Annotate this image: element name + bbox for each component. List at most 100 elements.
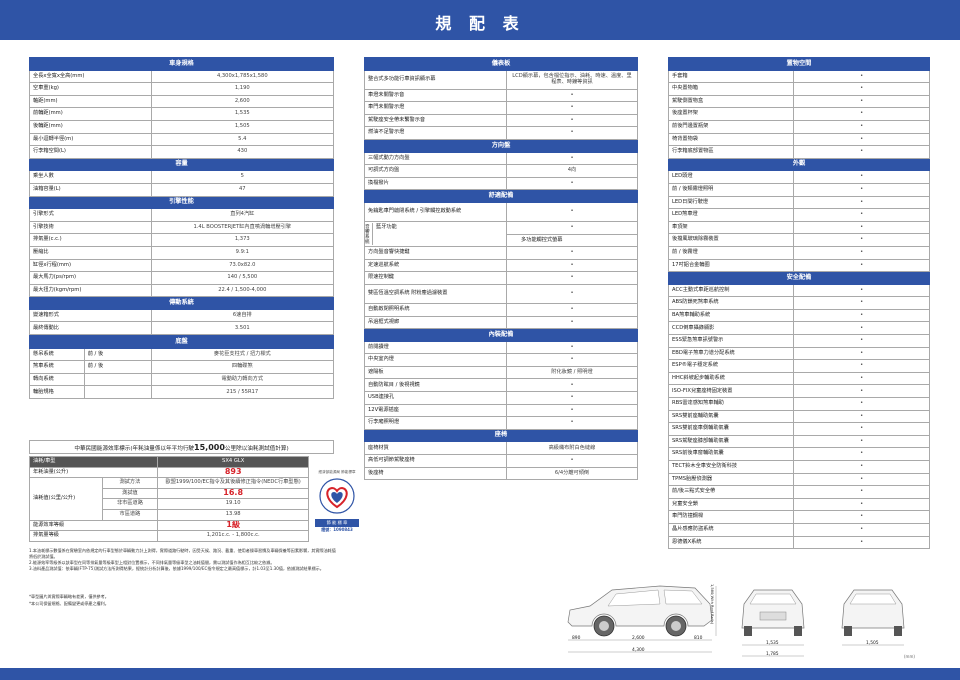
equipment-label: 手套箱 <box>667 69 795 84</box>
spec-sublabel <box>83 385 152 400</box>
equipment-value: • <box>505 176 638 191</box>
equipment-value: • <box>793 69 930 84</box>
equipment-value: 附化妝鏡 / 照明燈 <box>505 365 638 380</box>
spec-value: 6速自排 <box>150 308 335 323</box>
spec-value: 1,373 <box>150 233 335 247</box>
equipment-value: • <box>793 170 930 184</box>
spec-value: 直列4汽缸 <box>150 208 335 222</box>
equipment-label: SRS雙前座車側輔助氣囊 <box>667 422 795 436</box>
equipment-value: • <box>793 296 930 310</box>
badge-text: 節 能 標 章 <box>315 519 359 527</box>
equipment-value: • <box>793 409 930 424</box>
spec-row: 全長x全寬x全高(mm) 4,300x1,785x1,580 <box>29 69 335 84</box>
equipment-row: 車門防撞鋼樑 • <box>667 510 930 524</box>
equipment-row: 17吋鋁合金輪圈 • <box>667 258 930 273</box>
dim-width: 1,785 <box>766 652 779 657</box>
equipment-value: • <box>505 271 638 285</box>
equipment-value: LCD顯示幕，包含檔位指示、油耗、時速、溫度、里程表、時鐘等資訊 <box>505 69 638 90</box>
spec-label: 最終傳動比 <box>29 321 152 336</box>
fuel-label: 油耗值(公里/公升) <box>29 477 103 521</box>
spec-label: 乘坐人數 <box>29 170 152 184</box>
energy-table: 油耗/車型 SX4 GLX 年耗油量(公升) 893 油耗值(公里/公升) 測試方法歐… <box>28 456 309 542</box>
equipment-label: 後擋風玻璃除霧裝置 <box>667 233 795 247</box>
equipment-label: 免鑰匙車門啟閉系統 / 引擎觸控啟動系統 <box>364 201 507 222</box>
spec-label: 行李箱空間(L) <box>29 145 152 159</box>
equipment-value: • <box>793 321 930 336</box>
spec-row: 變速箱形式 6速自排 <box>29 308 335 323</box>
equipment-value: • <box>793 258 930 273</box>
equipment-value: • <box>793 535 930 550</box>
spec-label: 後輪距(mm) <box>29 119 152 134</box>
equipment-value: • <box>505 416 638 430</box>
equipment-label: 吊過框式視廊 <box>364 315 507 330</box>
section-header: 容量 <box>29 157 334 172</box>
spec-row: 行李箱空間(L) 430 <box>29 145 335 159</box>
equipment-row: 前後門邊置瓶架 • <box>667 119 930 134</box>
equipment-row: 自動防眩目 / 後視視鏡 • <box>364 378 638 393</box>
spec-label: 引擎形式 <box>29 208 152 222</box>
equipment-label: 限速控制鍵 <box>364 271 507 285</box>
spec-row: 乘坐人數 5 <box>29 170 335 184</box>
equipment-row: TECT鈴木全車安全防衛科技 • <box>667 460 930 474</box>
equipment-label: LED頭燈 <box>667 170 795 184</box>
spec-row: 最大馬力(ps/rpm) 140 / 5,500 <box>29 271 335 285</box>
spec-value: 1.4L BOOSTERJET缸內直噴渦輪增壓引擎 <box>150 220 335 235</box>
energy-model: SX4 GLX <box>157 456 309 468</box>
spec-label: 排氣量(c.c.) <box>29 233 152 247</box>
equipment-row: 遮陽板 附化妝鏡 / 照明燈 <box>364 365 638 380</box>
section-header: 座椅 <box>364 428 638 443</box>
section-header: 外觀 <box>668 157 930 172</box>
spec-row: 油箱容量(L) 47 <box>29 182 335 197</box>
spec-row: 軸距(mm) 2,600 <box>29 94 335 109</box>
equipment-label: LED煞車燈 <box>667 208 795 222</box>
equipment-row: LED頭燈 • <box>667 170 930 184</box>
spec-sublabel: 前 / 後 <box>83 360 152 374</box>
equipment-row: LED日間行駛燈 • <box>667 195 930 210</box>
equipment-label: 前 / 後霧燈 <box>667 245 795 260</box>
equipment-label: 整合式多功能行車資訊顯示幕 <box>364 69 507 90</box>
equipment-value: • <box>793 371 930 386</box>
annual-row: 年耗油量(公升) 893 <box>28 466 309 479</box>
equipment-row: 音響系統 藍牙功能 • <box>364 220 638 248</box>
equipment-row: 椅背置物袋 • <box>667 132 930 147</box>
equipment-row: 前閱讀燈 • <box>364 340 638 355</box>
equipment-row: 車燈未關警示音 • <box>364 88 638 103</box>
spec-value: 140 / 5,500 <box>150 271 335 285</box>
city-label: 市區道路 <box>101 508 159 521</box>
equipment-row: 免鑰匙車門啟閉系統 / 引擎觸控啟動系統 • <box>364 201 638 222</box>
equipment-row: 前/後三點式安全帶 • <box>667 485 930 499</box>
equipment-row: BA煞車輔助系統 • <box>667 308 930 323</box>
equipment-row: SRS雙前座車側輔助氣囊 • <box>667 422 930 436</box>
equipment-label: 車門防撞鋼樑 <box>667 510 795 524</box>
equipment-value: • <box>505 340 638 355</box>
note-text: 1.本油耗標示數值係在實驗室內依規定的行車型態於車輛動力計上測得，實際道路行駛時… <box>29 548 336 559</box>
page-title: 規 配 表 <box>435 14 525 33</box>
equipment-value: • <box>793 94 930 109</box>
section-header-row: 舒適配備 <box>364 189 638 203</box>
spec-row: 引擎形式 直列4汽缸 <box>29 208 335 222</box>
spec-value: 電動助力轉向方式 <box>150 372 335 387</box>
city-value: 13.98 <box>157 508 309 521</box>
energy-label-section: 中華民國能源效率標示(年耗油量係以年平均行駛15,000公里除以油耗測試值計算)… <box>28 440 334 542</box>
badge-top-text: 經濟部能源局 節能標章 <box>318 470 356 474</box>
equipment-row: RBS雷達感知煞車輔助 • <box>667 397 930 411</box>
equipment-value: • <box>505 454 638 468</box>
section-header-row: 置物空間 <box>668 57 930 71</box>
equipment-row: 高低可調節駕駛座椅 • <box>364 454 638 468</box>
equipment-column-2: 儀表板 整合式多功能行車資訊顯示幕 LCD顯示幕，包含檔位指示、油耗、時速、溫度、里… <box>364 57 638 481</box>
equipment-row: 自動啟閉照明系統 • <box>364 302 638 317</box>
equipment-row: ESS緊急煞車訊號警示 • <box>667 334 930 348</box>
equipment-value: • <box>793 346 930 361</box>
equipment-row: 前 / 後霧燈 • <box>667 245 930 260</box>
footer-bar <box>0 668 960 680</box>
equipment-value: 高級織布附白色縫線 <box>505 441 638 456</box>
grade-row: 能源效率等級 1級 <box>28 519 309 532</box>
section-header-row: 儀表板 <box>364 57 638 71</box>
equipment-value: • <box>505 391 638 405</box>
equipment-row: 行李箱底部置物區 • <box>667 145 930 159</box>
spec-value: 麥花臣支柱式 / 扭力樑式 <box>150 347 335 362</box>
equipment-row: 車門未關警示燈 • <box>364 101 638 115</box>
equipment-label: 車燈未關警示音 <box>364 88 507 103</box>
equipment-row: 中央置物箱 • <box>667 82 930 96</box>
header-banner: 規 配 表 <box>0 0 960 40</box>
